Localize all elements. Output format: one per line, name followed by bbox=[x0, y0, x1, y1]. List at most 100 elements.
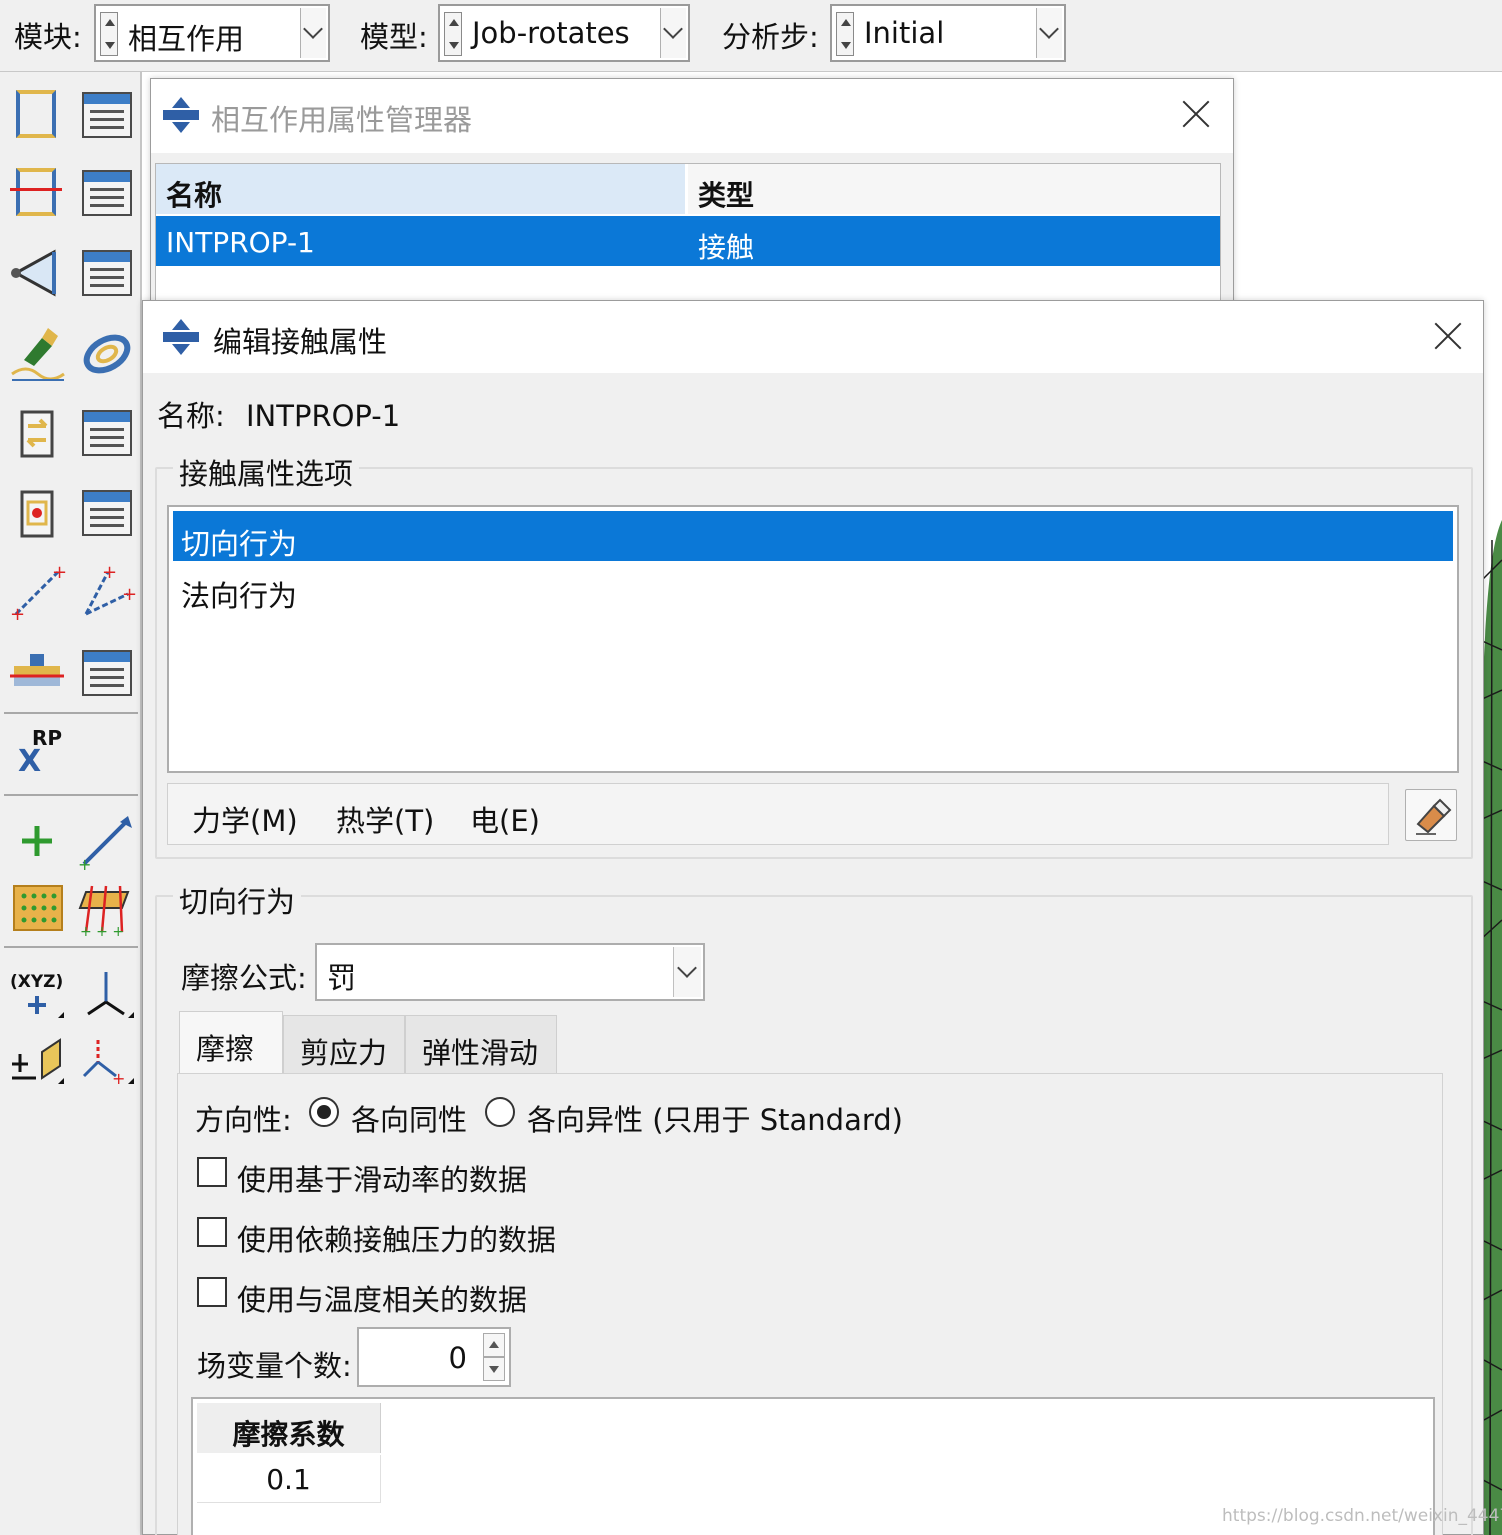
spin-down-icon[interactable] bbox=[483, 1357, 505, 1381]
manager-title: 相互作用属性管理器 bbox=[211, 103, 473, 137]
interaction-create-icon[interactable] bbox=[8, 86, 66, 144]
field-variables-spinner[interactable]: 0 bbox=[357, 1327, 511, 1387]
constraint-create-icon[interactable] bbox=[8, 404, 66, 462]
wire-create-icon[interactable]: + + bbox=[8, 562, 67, 625]
isotropic-radio[interactable] bbox=[309, 1097, 339, 1127]
friction-formula-select[interactable]: 罚 bbox=[315, 943, 705, 1001]
module-label: 模块: bbox=[14, 20, 82, 54]
chevron-down-icon bbox=[1039, 19, 1059, 39]
model-dropdown-button[interactable] bbox=[660, 8, 686, 58]
delete-option-button[interactable] bbox=[1405, 789, 1457, 841]
mesh-edge-icon[interactable]: + + + bbox=[78, 878, 136, 940]
interaction-manager-icon[interactable] bbox=[78, 86, 136, 144]
datum-csys-icon[interactable]: (XYZ) bbox=[8, 966, 66, 1024]
constraint-manager-icon[interactable] bbox=[78, 404, 136, 462]
module-combo[interactable]: 相互作用 bbox=[94, 4, 330, 62]
module-dropdown-button[interactable] bbox=[300, 8, 326, 58]
tab-friction[interactable]: 摩擦 bbox=[179, 1011, 283, 1075]
tab-elastic-slip-label: 弹性滑动 bbox=[422, 1036, 539, 1070]
mesh-part-icon[interactable] bbox=[8, 878, 66, 936]
step-spin-icon[interactable] bbox=[836, 12, 854, 56]
spin-up-icon[interactable] bbox=[483, 1333, 505, 1357]
context-bar: 模块: 相互作用 模型: Job-rotates 分析步: Initial bbox=[0, 0, 1502, 72]
contact-initialization-icon[interactable] bbox=[8, 324, 66, 382]
isotropic-label: 各向同性 bbox=[351, 1103, 468, 1137]
chevron-down-icon bbox=[677, 958, 697, 978]
anisotropic-radio[interactable] bbox=[485, 1097, 515, 1127]
temperature-label: 使用与温度相关的数据 bbox=[237, 1283, 528, 1317]
row-type-cell: 接触 bbox=[698, 231, 755, 264]
contact-controls-icon[interactable] bbox=[8, 244, 66, 302]
contact-pressure-checkbox[interactable] bbox=[197, 1217, 227, 1247]
datum-axis-icon[interactable]: + bbox=[78, 812, 136, 874]
temperature-checkbox[interactable] bbox=[197, 1277, 227, 1307]
editor-title: 编辑接触属性 bbox=[213, 325, 388, 359]
option-normal-behavior[interactable]: 法向行为 bbox=[173, 563, 1453, 613]
friction-coefficient-header: 摩擦系数 bbox=[197, 1403, 381, 1453]
close-icon[interactable] bbox=[1433, 321, 1463, 351]
manager-titlebar[interactable]: 相互作用属性管理器 bbox=[151, 79, 1233, 153]
connector-section-manager-icon[interactable] bbox=[78, 644, 136, 702]
constraint-alt-manager-icon[interactable] bbox=[78, 484, 136, 542]
friction-dropdown-button[interactable] bbox=[673, 947, 701, 997]
anisotropic-label: 各向异性 (只用于 Standard) bbox=[527, 1103, 903, 1137]
model-value: Job-rotates bbox=[472, 16, 630, 50]
svg-text:+: + bbox=[102, 564, 117, 583]
connector-section-icon[interactable] bbox=[8, 644, 66, 702]
menu-electrical[interactable]: 电(E) bbox=[470, 798, 540, 840]
model-spin-icon[interactable] bbox=[444, 12, 462, 56]
friction-formula-label: 摩擦公式: bbox=[181, 961, 307, 995]
datum-point-offset-icon[interactable]: + bbox=[78, 1032, 136, 1090]
watermark-text: https://blog.csdn.net/weixin_44478077 bbox=[1222, 1506, 1502, 1526]
tab-elastic-slip[interactable]: 弹性滑动 bbox=[405, 1015, 557, 1073]
friction-coefficient-cell[interactable]: 0.1 bbox=[197, 1455, 381, 1503]
step-label: 分析步: bbox=[722, 20, 819, 54]
column-header-type[interactable]: 类型 bbox=[688, 164, 1220, 214]
abaqus-app-icon bbox=[163, 97, 199, 133]
interaction-property-manager-icon[interactable] bbox=[78, 164, 136, 222]
datum-point-icon[interactable] bbox=[8, 812, 66, 870]
menu-mechanical[interactable]: 力学(M) bbox=[192, 798, 298, 840]
interaction-property-manager-window: 相互作用属性管理器 名称 类型 INTPROP-1 接触 bbox=[150, 78, 1234, 309]
field-variables-label: 场变量个数: bbox=[197, 1349, 352, 1383]
tab-shear-stress-label: 剪应力 bbox=[300, 1036, 388, 1070]
close-icon[interactable] bbox=[1181, 99, 1211, 129]
module-spin-icon[interactable] bbox=[100, 12, 118, 56]
slip-rate-checkbox[interactable] bbox=[197, 1157, 227, 1187]
property-name-line: 名称: INTPROP-1 bbox=[157, 393, 400, 435]
svg-text:+: + bbox=[52, 564, 66, 583]
step-combo[interactable]: Initial bbox=[830, 4, 1066, 62]
manager-table: 名称 类型 INTPROP-1 接触 bbox=[155, 163, 1221, 309]
option-list: 切向行为 法向行为 bbox=[167, 505, 1459, 773]
name-value: INTPROP-1 bbox=[246, 399, 401, 433]
row-name-cell: INTPROP-1 bbox=[166, 226, 315, 259]
model-combo[interactable]: Job-rotates bbox=[438, 4, 690, 62]
field-variables-value: 0 bbox=[448, 1341, 467, 1375]
option-tangential-behavior[interactable]: 切向行为 bbox=[173, 511, 1453, 561]
module-value: 相互作用 bbox=[128, 22, 245, 56]
wire-multi-icon[interactable]: + + bbox=[78, 562, 137, 622]
datum-axis-3d-icon[interactable] bbox=[78, 966, 136, 1024]
toolbox: + + + + RP X + + + + (XYZ) + bbox=[0, 72, 142, 1535]
tab-friction-label: 摩擦 bbox=[196, 1032, 255, 1066]
step-value: Initial bbox=[864, 16, 945, 50]
directionality-label: 方向性: bbox=[195, 1103, 292, 1137]
name-label: 名称: bbox=[157, 399, 225, 433]
svg-text:+: + bbox=[78, 855, 91, 870]
editor-titlebar[interactable]: 编辑接触属性 bbox=[143, 301, 1483, 373]
section-label: 切向行为 bbox=[173, 879, 302, 921]
column-header-name[interactable]: 名称 bbox=[156, 164, 686, 214]
reference-point-icon[interactable]: RP X bbox=[14, 726, 72, 784]
options-group-label: 接触属性选项 bbox=[173, 451, 360, 493]
svg-text:+: + bbox=[112, 1069, 125, 1088]
connector-icon[interactable] bbox=[78, 324, 136, 382]
interaction-property-create-icon[interactable] bbox=[8, 164, 66, 222]
table-row[interactable]: INTPROP-1 接触 bbox=[156, 216, 1220, 266]
step-dropdown-button[interactable] bbox=[1036, 8, 1062, 58]
tab-shear-stress[interactable]: 剪应力 bbox=[283, 1015, 405, 1073]
contact-controls-manager-icon[interactable] bbox=[78, 244, 136, 302]
menu-thermal[interactable]: 热学(T) bbox=[336, 798, 434, 840]
datum-plane-icon[interactable] bbox=[8, 1032, 66, 1090]
svg-text:+ + +: + + + bbox=[80, 924, 124, 936]
constraint-alt-icon[interactable] bbox=[8, 484, 66, 542]
